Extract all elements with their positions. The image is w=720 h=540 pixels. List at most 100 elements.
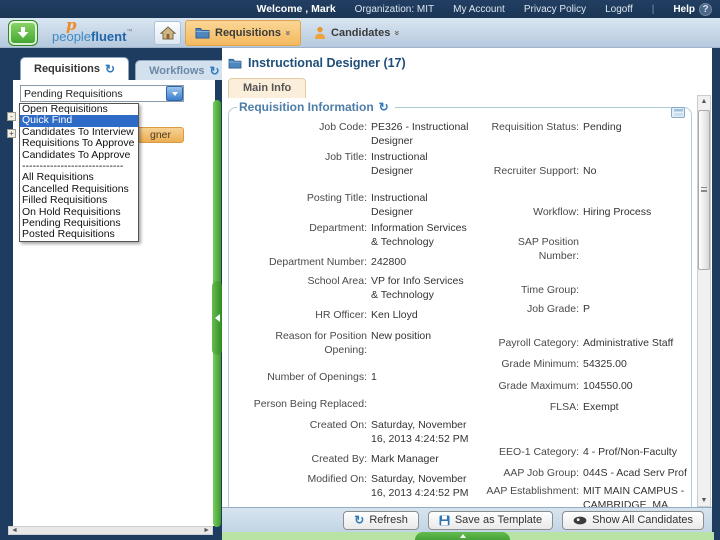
field-value: PE326 - Instructional Designer (371, 120, 471, 148)
field-label: Reason for Position Opening: (231, 329, 371, 357)
tab-requisitions[interactable]: Requisitions ↻ (20, 57, 129, 80)
refresh-icon[interactable]: ↻ (105, 64, 115, 74)
field-value: Ken Lloyd (371, 308, 471, 322)
field-value: Exempt (583, 400, 687, 414)
field-label: Department Number: (231, 255, 371, 269)
field-label: Grade Maximum: (475, 379, 583, 393)
help-label: Help (673, 4, 695, 15)
field-label: Created By: (231, 452, 371, 466)
dropdown-option[interactable]: Requisitions To Approve (20, 138, 138, 149)
folder-icon (195, 27, 210, 39)
dropdown-option[interactable]: Candidates To Interview (20, 127, 138, 138)
field-label: EEO-1 Category: (475, 445, 583, 459)
logoff-link[interactable]: Logoff (605, 4, 633, 15)
show-all-candidates-button[interactable]: Show All Candidates (562, 511, 704, 530)
field-label: Person Being Replaced: (231, 397, 371, 411)
expand-up-icon (460, 534, 466, 538)
field-value: New position (371, 329, 471, 357)
field-value: 044S - Acad Serv Prof (583, 466, 687, 480)
logo-fluent-text: fluent (91, 29, 126, 44)
refresh-icon: ↻ (354, 515, 364, 525)
save-as-template-label: Save as Template (455, 514, 542, 526)
field-value: Saturday, November 16, 2013 4:24:52 PM (371, 418, 471, 446)
field-label: AAP Job Group: (475, 466, 583, 480)
scrollbar-thumb[interactable] (698, 110, 710, 270)
collapse-panel-icon[interactable] (671, 107, 685, 118)
sidebar-panel: - + gner Pending Requisitions Open Requi… (13, 80, 215, 526)
field-value: Instructional Designer (371, 191, 471, 219)
app-window: Welcome , Mark Organization: MIT My Acco… (0, 0, 720, 540)
home-button[interactable] (154, 21, 181, 45)
show-all-candidates-label: Show All Candidates (592, 514, 693, 526)
field-label: Payroll Category: (475, 336, 583, 350)
refresh-icon[interactable]: ↻ (210, 66, 220, 76)
tree-node-instructional-designer[interactable]: gner (137, 127, 184, 143)
nav-candidates-button[interactable]: Candidates » (305, 20, 409, 46)
dropdown-option[interactable]: On Hold Requisitions (20, 207, 138, 218)
horizontal-splitter[interactable] (222, 532, 714, 540)
section-header: Requisition Information ↻ (237, 100, 395, 114)
nav-candidates-label: Candidates (331, 27, 390, 39)
refresh-icon[interactable]: ↻ (379, 102, 389, 112)
tab-workflows[interactable]: Workflows ↻ (135, 60, 233, 80)
dropdown-option[interactable]: Pending Requisitions (20, 218, 138, 229)
top-bar: Welcome , Mark Organization: MIT My Acco… (0, 0, 720, 18)
dropdown-option[interactable]: Filled Requisitions (20, 195, 138, 206)
field-value (371, 397, 471, 411)
scroll-down-icon[interactable]: ▼ (698, 495, 710, 506)
nav-requisitions-button[interactable]: Requisitions » (185, 20, 301, 46)
dropdown-option[interactable]: Candidates To Approve (20, 150, 138, 161)
tab-main-info[interactable]: Main Info (228, 78, 306, 98)
save-icon (439, 515, 450, 526)
nav-requisitions-label: Requisitions (215, 27, 281, 39)
page-title-text: Instructional Designer (17) (248, 56, 406, 70)
field-value: 4 - Prof/Non-Faculty (583, 445, 687, 459)
select-dropdown-button[interactable] (166, 86, 183, 101)
main-vertical-scrollbar[interactable]: ▲ ▼ (697, 95, 711, 507)
field-value: Saturday, November 16, 2013 4:24:52 PM (371, 472, 471, 500)
field-value: Hiring Process (583, 205, 687, 219)
horizontal-splitter-handle[interactable] (415, 532, 510, 540)
chevron-down-icon (172, 92, 178, 96)
field-label: Modified On: (231, 472, 371, 500)
dropdown-option[interactable]: Cancelled Requisitions (20, 184, 138, 195)
dropdown-option[interactable]: All Requisitions (20, 172, 138, 183)
fields-grid: Job Code:PE326 - Instructional Designer … (229, 114, 691, 507)
save-as-template-button[interactable]: Save as Template (428, 511, 553, 530)
fields-column-right: Requisition Status:Pending Recruiter Sup… (475, 120, 691, 507)
field-value: Pending (583, 120, 687, 134)
download-arrow-icon (16, 26, 30, 40)
dropdown-option[interactable]: Posted Requisitions (20, 229, 138, 240)
filter-select-value: Pending Requisitions (21, 88, 166, 100)
folder-icon (228, 58, 242, 69)
peoplefluent-logo: p peoplefluent™ (52, 19, 144, 47)
field-label: Workflow: (475, 205, 583, 219)
privacy-policy-link[interactable]: Privacy Policy (524, 4, 586, 15)
vertical-splitter-handle[interactable] (212, 281, 222, 355)
chevron-down-icon: » (284, 30, 294, 35)
my-account-link[interactable]: My Account (453, 4, 505, 15)
dropdown-option[interactable]: Open Requisitions (20, 104, 138, 115)
dropdown-option-highlighted[interactable]: Quick Find (20, 115, 138, 126)
tree-expander-icon[interactable]: + (7, 129, 16, 138)
field-label: Created On: (231, 418, 371, 446)
field-label: Department: (231, 221, 371, 249)
scroll-right-icon[interactable]: ► (201, 527, 212, 534)
main-content: Requisition Information ↻ Job Code:PE326… (222, 97, 698, 507)
filter-dropdown-list: Open Requisitions Quick Find Candidates … (19, 103, 139, 242)
scroll-left-icon[interactable]: ◄ (9, 527, 20, 534)
requisition-filter-select[interactable]: Pending Requisitions (20, 85, 184, 102)
scroll-up-icon[interactable]: ▲ (698, 96, 710, 107)
field-label: Time Group: (475, 283, 583, 297)
help-link[interactable]: Help ? (673, 3, 712, 16)
tree-expander-icon[interactable]: - (7, 112, 16, 121)
logo-people-text: people (52, 29, 91, 44)
refresh-button[interactable]: ↻ Refresh (343, 511, 419, 530)
tab-workflows-label: Workflows (149, 65, 204, 77)
field-value: 104550.00 (583, 379, 687, 393)
help-icon: ? (699, 3, 712, 16)
sidebar-horizontal-scrollbar[interactable]: ◄ ► (8, 526, 213, 535)
field-value: P (583, 302, 687, 316)
field-label: Job Title: (231, 150, 371, 178)
app-launcher-button[interactable] (8, 20, 38, 46)
